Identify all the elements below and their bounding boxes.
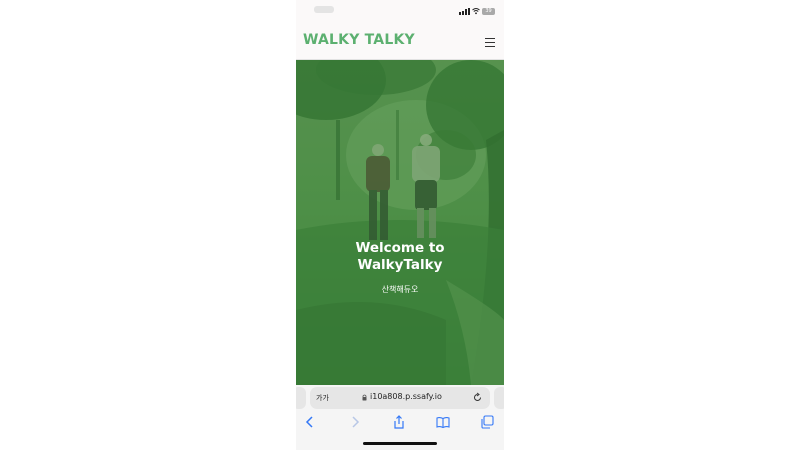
- status-time-placeholder: [314, 6, 334, 13]
- hero-title-line1: Welcome to: [355, 240, 445, 256]
- battery-icon: 39: [482, 8, 495, 15]
- app-header: WALKY TALKY: [296, 24, 504, 60]
- reload-icon[interactable]: [472, 392, 483, 403]
- tabs-icon[interactable]: [479, 414, 495, 430]
- back-icon[interactable]: [302, 414, 318, 430]
- hamburger-menu-icon[interactable]: [485, 37, 495, 47]
- next-tab-peek[interactable]: [494, 387, 504, 409]
- hero-section: Welcome to WalkyTalky 산책해듀오: [296, 60, 504, 385]
- lock-icon: [362, 394, 367, 401]
- browser-bottom-bar: 가가 i10a808.p.ssafy.io: [296, 385, 504, 450]
- wifi-icon: [472, 8, 480, 15]
- hero-subtitle: 산책해듀오: [381, 285, 419, 294]
- hero-title-line2: WalkyTalky: [357, 257, 443, 273]
- forward-icon[interactable]: [347, 414, 363, 430]
- brand-logo[interactable]: WALKY TALKY: [303, 32, 415, 48]
- hero-green-overlay: [296, 60, 504, 385]
- status-bar: 39: [296, 0, 504, 24]
- previous-tab-peek[interactable]: [296, 387, 306, 409]
- text-size-button[interactable]: 가가: [316, 393, 329, 403]
- bookmarks-icon[interactable]: [435, 414, 451, 430]
- signal-icon: [459, 8, 471, 15]
- home-indicator: [363, 442, 437, 445]
- url-text[interactable]: i10a808.p.ssafy.io: [370, 392, 442, 401]
- share-icon[interactable]: [391, 414, 407, 430]
- hero-title: Welcome to WalkyTalky: [296, 240, 504, 274]
- address-bar[interactable]: 가가 i10a808.p.ssafy.io: [310, 387, 490, 409]
- phone-screen: 39 WALKY TALKY Welcome to WalkyTalky 산책해…: [296, 0, 504, 450]
